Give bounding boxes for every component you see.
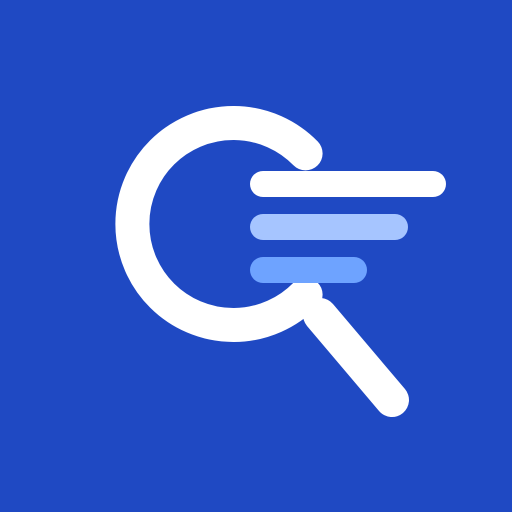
result-line-3 bbox=[250, 257, 367, 283]
result-line-1 bbox=[250, 171, 446, 197]
magnifier-list-icon bbox=[0, 0, 512, 512]
icon-background bbox=[0, 0, 512, 512]
app-icon bbox=[0, 0, 512, 512]
result-line-2 bbox=[250, 214, 408, 240]
